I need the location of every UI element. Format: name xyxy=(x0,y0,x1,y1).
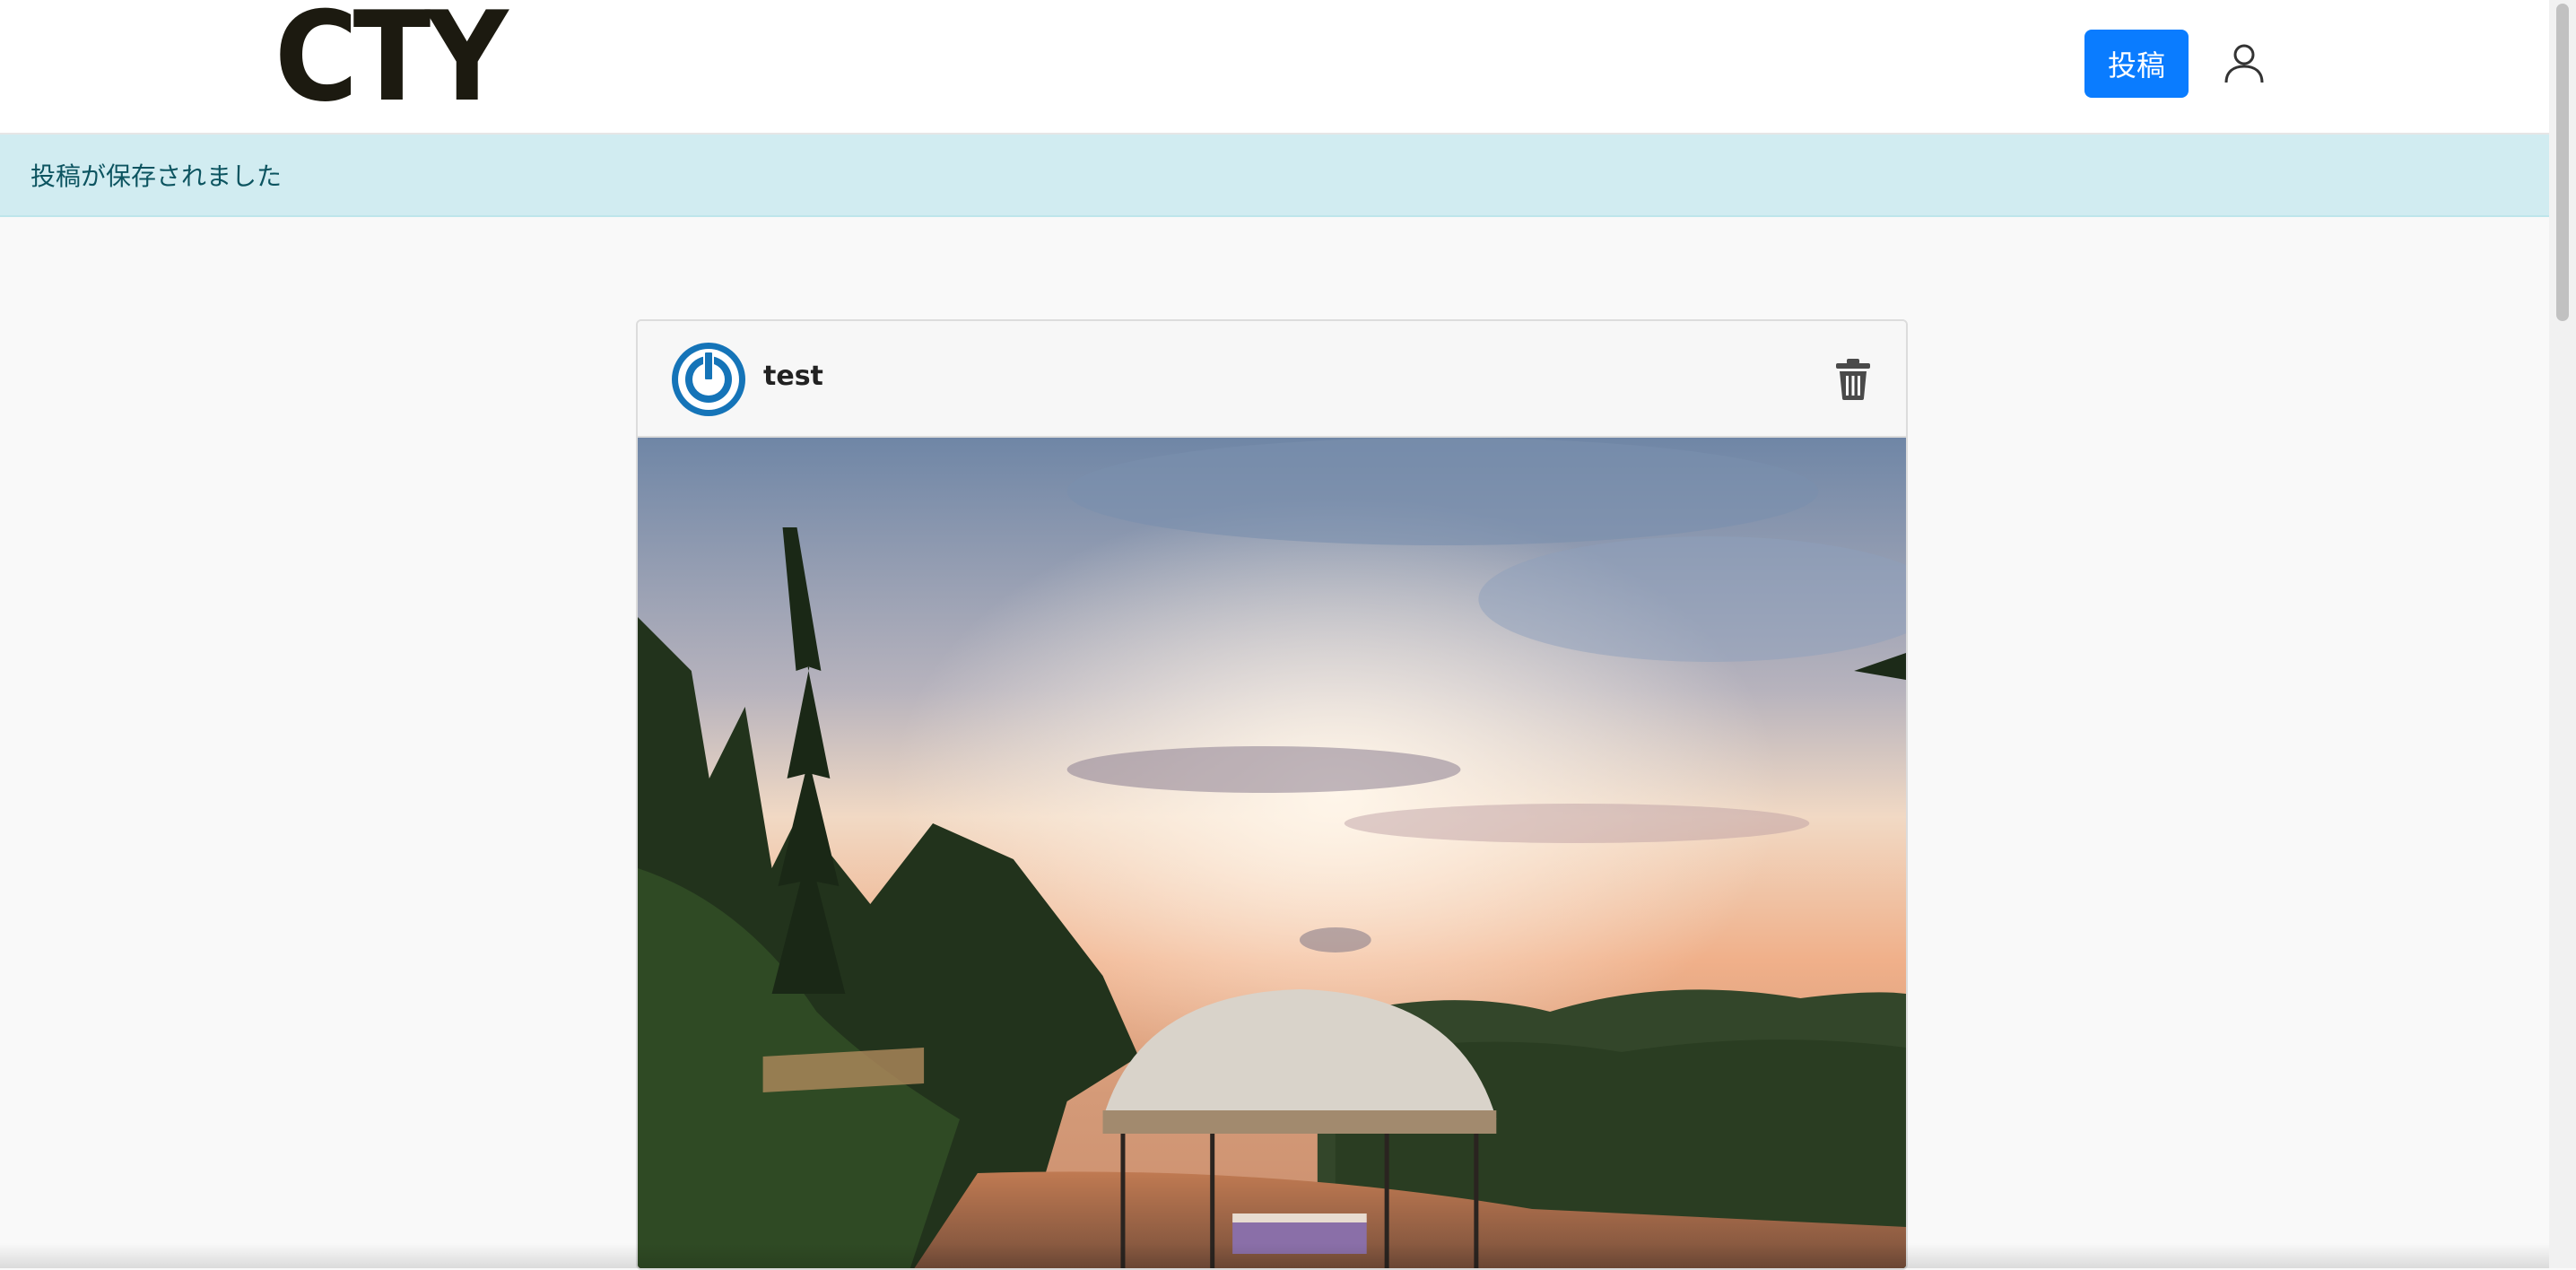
post-card-header: test xyxy=(638,321,1906,438)
page-scrollbar[interactable] xyxy=(2549,0,2576,1268)
flash-message: 投稿が保存されました xyxy=(0,135,2549,217)
scrollbar-thumb[interactable] xyxy=(2556,4,2569,321)
flash-message-text: 投稿が保存されました xyxy=(30,161,283,191)
power-icon[interactable] xyxy=(672,343,745,416)
navbar: CTY 投稿 xyxy=(0,0,2549,135)
trash-icon[interactable] xyxy=(1836,359,1870,400)
user-icon[interactable] xyxy=(2223,41,2266,84)
sunset-gazebo-photo xyxy=(638,438,1906,1268)
post-username[interactable]: test xyxy=(763,361,823,392)
new-post-button[interactable]: 投稿 xyxy=(2084,30,2189,98)
site-logo[interactable]: CTY xyxy=(274,0,509,119)
bottom-shadow xyxy=(0,1243,2549,1268)
post-card: test xyxy=(636,319,1908,1270)
